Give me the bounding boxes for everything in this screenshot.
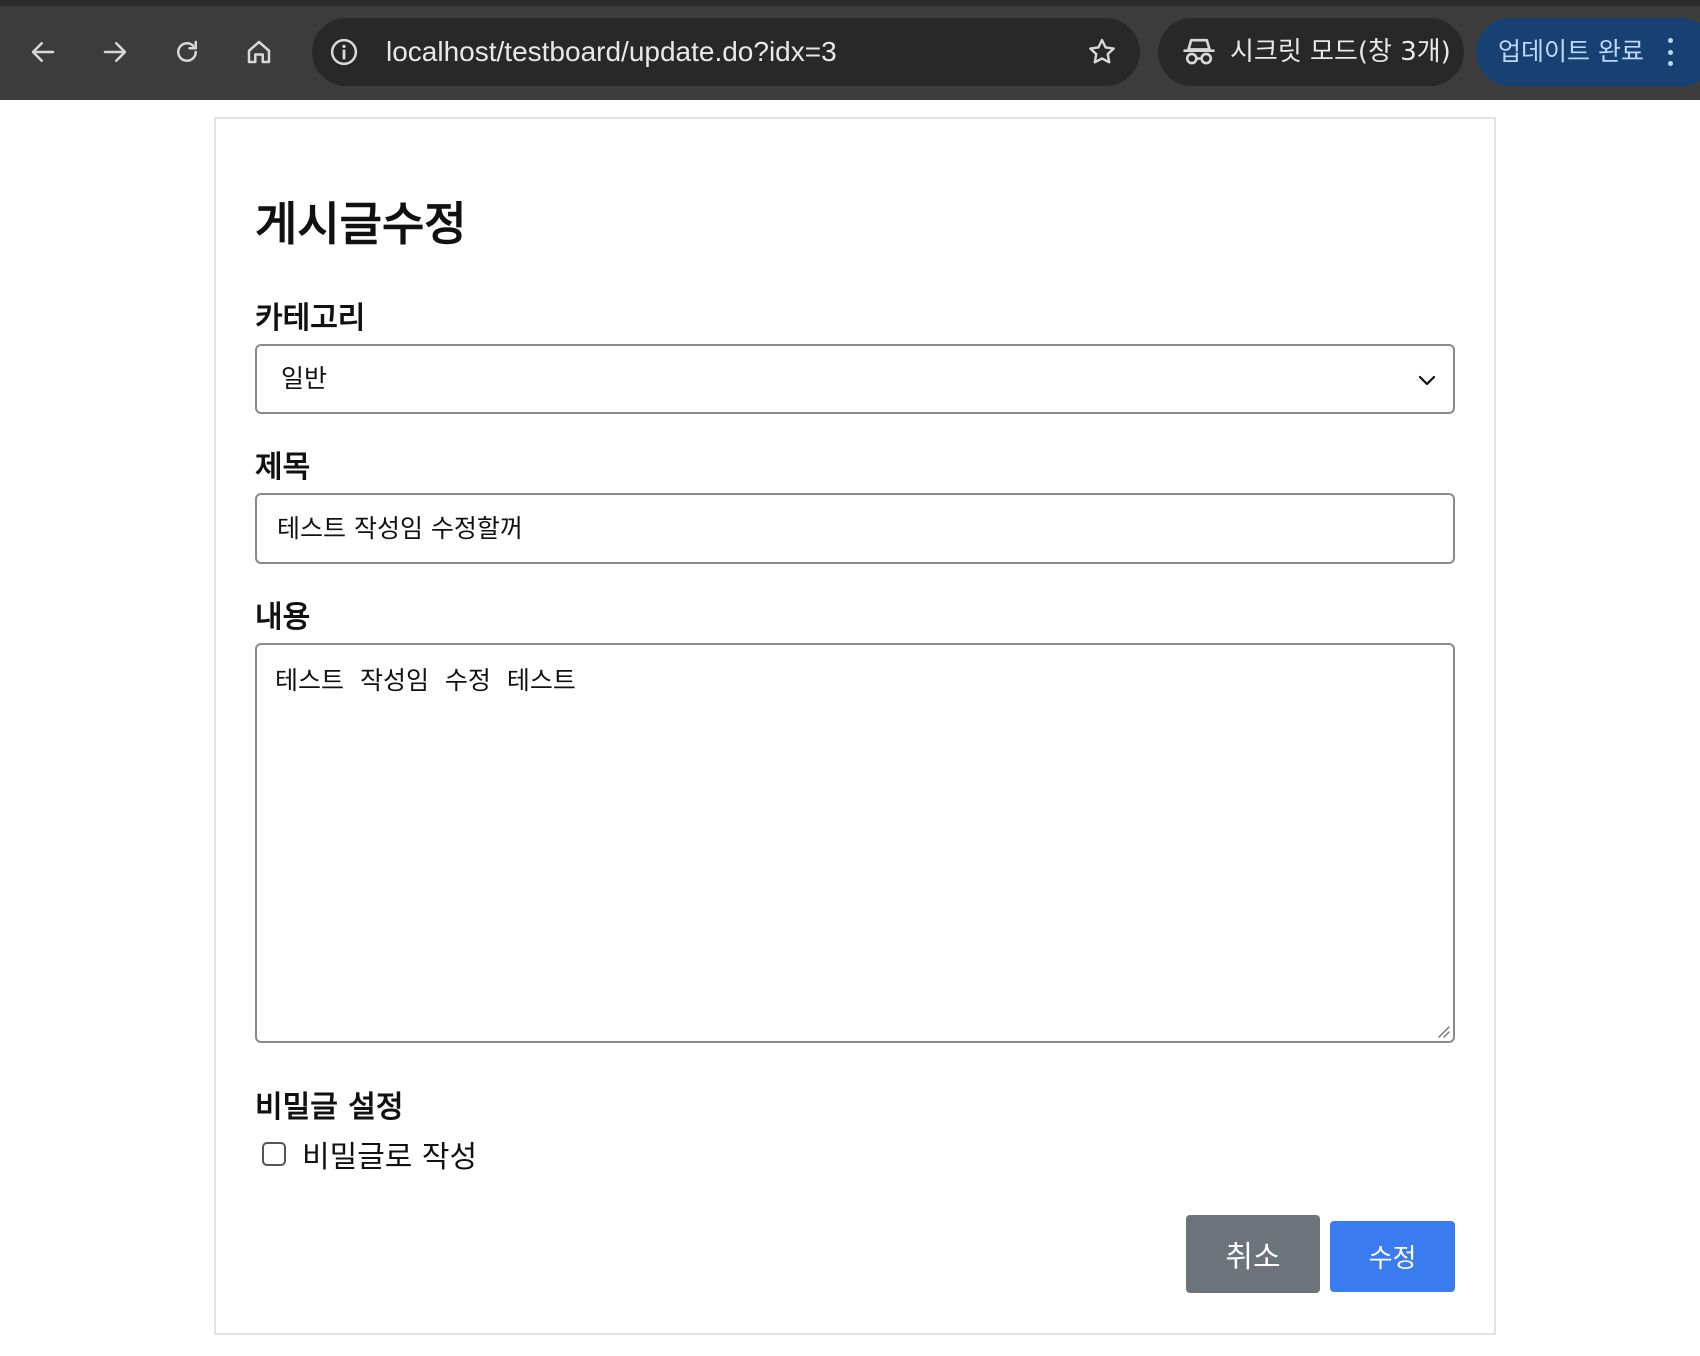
- site-info-button[interactable]: [328, 36, 360, 68]
- category-selected-value: 일반: [281, 364, 328, 393]
- home-icon: [247, 40, 271, 64]
- secret-checkbox[interactable]: [262, 1142, 286, 1166]
- submit-button[interactable]: 수정: [1330, 1221, 1455, 1292]
- tab-strip: [0, 0, 1700, 6]
- site-info-icon: [330, 38, 358, 66]
- update-label: 업데이트 완료: [1498, 37, 1644, 66]
- bookmark-button[interactable]: [1084, 34, 1120, 70]
- category-label: 카테고리: [255, 301, 366, 336]
- forward-button[interactable]: [93, 30, 137, 74]
- url-text[interactable]: localhost/testboard/update.do?idx=3: [386, 18, 837, 86]
- incognito-icon: [1183, 38, 1215, 65]
- cancel-button[interactable]: 취소: [1186, 1215, 1320, 1293]
- content-label: 내용: [255, 600, 311, 635]
- back-icon: [31, 42, 55, 62]
- bookmark-star-icon: [1089, 38, 1115, 64]
- chevron-down-icon: [1418, 375, 1436, 386]
- reload-button[interactable]: [165, 30, 209, 74]
- home-button[interactable]: [237, 30, 281, 74]
- content-textarea[interactable]: 테스트 작성임 수정 테스트: [255, 643, 1455, 1043]
- secret-label: 비밀글 설정: [255, 1090, 404, 1125]
- incognito-indicator[interactable]: 시크릿 모드(창 3개): [1158, 18, 1464, 86]
- update-button[interactable]: 업데이트 완료: [1476, 18, 1700, 86]
- subject-value: 테스트 작성임 수정할꺼: [277, 514, 523, 543]
- reload-icon: [177, 40, 197, 62]
- subject-input[interactable]: 테스트 작성임 수정할꺼: [255, 493, 1455, 564]
- content-value: 테스트 작성임 수정 테스트: [275, 666, 576, 695]
- incognito-label: 시크릿 모드(창 3개): [1230, 37, 1451, 67]
- back-button[interactable]: [21, 30, 65, 74]
- secret-checkbox-label[interactable]: 비밀글로 작성: [302, 1132, 477, 1176]
- subject-label: 제목: [255, 450, 311, 485]
- more-menu-icon[interactable]: [1660, 36, 1680, 68]
- address-bar[interactable]: localhost/testboard/update.do?idx=3: [312, 18, 1140, 86]
- category-select[interactable]: 일반: [255, 344, 1455, 414]
- page-title: 게시글수정: [255, 197, 467, 251]
- browser-toolbar: localhost/testboard/update.do?idx=3 시크릿 …: [0, 0, 1700, 100]
- forward-icon: [103, 42, 127, 62]
- secret-checkbox-row[interactable]: 비밀글로 작성: [262, 1132, 477, 1176]
- resize-handle-icon[interactable]: [1433, 1021, 1451, 1039]
